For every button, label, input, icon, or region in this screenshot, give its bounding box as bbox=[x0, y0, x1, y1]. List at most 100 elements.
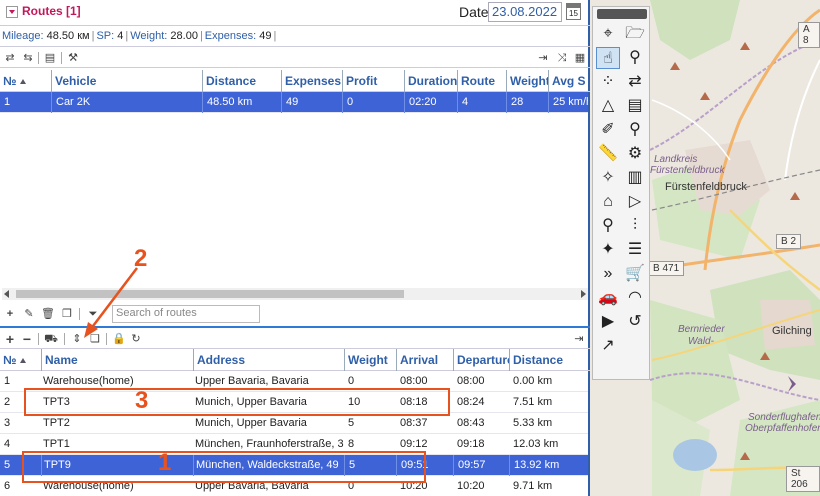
triangle-nodes-icon[interactable]: △ bbox=[596, 95, 620, 117]
list-clock-icon[interactable]: ☰ bbox=[623, 239, 647, 261]
signal-icon[interactable]: ◠ bbox=[623, 287, 647, 309]
map-pin-icon[interactable]: ⚲ bbox=[623, 47, 647, 69]
date-input[interactable]: 23.08.2022 bbox=[488, 2, 562, 22]
loop-icon[interactable]: ↺ bbox=[623, 311, 647, 333]
points-icon[interactable]: ⁘ bbox=[596, 71, 620, 93]
tool-panel-drag-handle[interactable] bbox=[597, 9, 647, 19]
expenses-value: 49 bbox=[259, 30, 272, 42]
point-cell: 9.71 km bbox=[513, 480, 553, 492]
route-summary: Mileage: 48.50 км | SP: 4 | Weight: 28.00 | Ex… bbox=[0, 27, 590, 47]
point-cell: 08:43 bbox=[457, 417, 485, 429]
remove-point-icon[interactable]: − bbox=[20, 332, 34, 346]
point-cell: 09:18 bbox=[457, 438, 485, 450]
pcol-departure[interactable]: Departure bbox=[453, 349, 509, 371]
list-delete-icon[interactable]: ▤ bbox=[623, 95, 647, 117]
calendar-icon[interactable]: 15 bbox=[566, 3, 581, 20]
tag-icon[interactable]: ⌂ bbox=[596, 191, 620, 213]
hand-pointer-icon[interactable]: ☝ bbox=[596, 47, 620, 69]
collapse-right-icon[interactable]: ⇥ bbox=[536, 51, 550, 65]
pcol-name[interactable]: Name bbox=[41, 349, 193, 371]
annotation-box-1 bbox=[22, 451, 426, 483]
map-view[interactable]: A 8 B 2 B 471 St 206 Landkreis Fürstenfe… bbox=[590, 0, 820, 496]
col-weight[interactable]: Weight bbox=[506, 70, 548, 92]
delete-icon[interactable]: 🗑 bbox=[41, 307, 55, 321]
route-row[interactable]: 1 Car 2K 48.50 km 49 0 02:20 4 28 25 km/… bbox=[0, 92, 588, 113]
pcol-weight[interactable]: Weight bbox=[344, 349, 396, 371]
navigate-icon[interactable]: ▷ bbox=[623, 191, 647, 213]
col-number[interactable]: № bbox=[0, 70, 51, 92]
expenses-label: Expenses: bbox=[204, 30, 257, 42]
map-tool-panel: ⌖ 🗁 ☝ ⚲ ⁘ ⇄ △ ▤ ✐ ⚲ 📏 ⚙ ✧ ▥ ⌂ ▷ ⚲ ⫶ ✦ ☰ … bbox=[592, 6, 650, 380]
col-avg-speed[interactable]: Avg S bbox=[548, 70, 588, 92]
col-distance[interactable]: Distance bbox=[202, 70, 281, 92]
col-profit[interactable]: Profit bbox=[342, 70, 404, 92]
points-grid-header: № Name Address Weight Arrival Departure … bbox=[0, 349, 590, 371]
edit-icon[interactable]: ✎ bbox=[22, 307, 36, 321]
bars-icon[interactable]: ▥ bbox=[623, 167, 647, 189]
pin-add-icon[interactable]: ⚲ bbox=[596, 215, 620, 237]
point-cell: 5 bbox=[348, 417, 355, 429]
scroll-left-icon[interactable] bbox=[4, 290, 9, 298]
annotation-label-1: 1 bbox=[158, 449, 172, 476]
pcol-number[interactable]: № bbox=[0, 349, 41, 371]
point-cell: 08:24 bbox=[457, 396, 485, 408]
sp-value: 4 bbox=[117, 30, 124, 42]
swap-icon[interactable]: ⇄ bbox=[3, 51, 17, 65]
shuffle-icon[interactable]: ⤨ bbox=[555, 51, 569, 65]
point-cell: 0.00 km bbox=[513, 375, 553, 387]
copy-icon[interactable]: ❐ bbox=[60, 307, 74, 321]
add-icon[interactable]: + bbox=[3, 307, 17, 321]
ruler-icon[interactable]: 📏 bbox=[596, 143, 620, 165]
cart-icon[interactable]: ⛟ bbox=[44, 332, 58, 346]
point-cell: 7.51 km bbox=[513, 396, 553, 408]
col-expenses[interactable]: Expenses bbox=[281, 70, 342, 92]
trend-up-icon[interactable]: ↗ bbox=[596, 335, 620, 357]
print-icon[interactable]: ▤ bbox=[43, 51, 57, 65]
magic-wand-icon[interactable]: ✧ bbox=[596, 167, 620, 189]
play-icon[interactable]: ▶ bbox=[596, 311, 620, 333]
point-cell: 13.92 km bbox=[509, 455, 588, 476]
annotation-box-3 bbox=[24, 388, 450, 416]
pcol-arrival[interactable]: Arrival bbox=[396, 349, 453, 371]
scroll-right-icon[interactable] bbox=[581, 290, 586, 298]
routes-toolbar: ⇄ ⇆ ▤ ⚒ ⇥ ⤨ ▦ bbox=[0, 48, 590, 68]
settings-gear-icon[interactable]: ⚙ bbox=[623, 143, 647, 165]
annotation-label-3: 3 bbox=[135, 387, 149, 414]
routes-grid-header: № Vehicle Distance Expenses Profit Durat… bbox=[0, 70, 590, 92]
car-icon[interactable]: 🚗 bbox=[596, 287, 620, 309]
point-cell: 08:00 bbox=[457, 375, 485, 387]
crosshair-icon[interactable]: ⌖ bbox=[596, 23, 620, 45]
collapse-right-icon-2[interactable]: ⇥ bbox=[572, 332, 586, 346]
sliders-icon[interactable]: ⫶ bbox=[623, 215, 647, 237]
map-label-wald: Wald- bbox=[688, 336, 714, 347]
merge-arrows-icon[interactable]: » bbox=[596, 263, 620, 285]
point-cell: TPT2 bbox=[43, 417, 70, 429]
brush-icon[interactable]: ✐ bbox=[596, 119, 620, 141]
exchange-icon[interactable]: ⇄ bbox=[623, 71, 647, 93]
date-label: Date bbox=[459, 4, 489, 20]
point-row[interactable]: 3 TPT2 Munich, Upper Bavaria 5 08:37 08:43 5.3… bbox=[0, 413, 588, 434]
add-point-icon[interactable]: + bbox=[3, 332, 17, 346]
point-cell: 08:37 bbox=[400, 417, 428, 429]
cart-refresh-icon[interactable]: 🛒 bbox=[623, 263, 647, 285]
col-duration[interactable]: Duration bbox=[404, 70, 457, 92]
scroll-thumb[interactable] bbox=[16, 290, 404, 298]
map-label-ffb: Fürstenfeldbruck bbox=[665, 181, 747, 193]
point-cell: Munich, Upper Bavaria bbox=[195, 417, 307, 429]
col-route[interactable]: Route bbox=[457, 70, 506, 92]
wrench-icon[interactable]: ⚒ bbox=[66, 51, 80, 65]
pcol-distance[interactable]: Distance bbox=[509, 349, 588, 371]
pins-delete-icon[interactable]: ⚲ bbox=[623, 119, 647, 141]
sweep-points-icon[interactable]: ✦ bbox=[596, 239, 620, 261]
col-vehicle[interactable]: Vehicle bbox=[51, 70, 202, 92]
map-label-ffb-district: Fürstenfeldbruck bbox=[650, 165, 725, 176]
routes-header: Routes [1] Date 23.08.2022 15 bbox=[0, 0, 590, 26]
grid-icon[interactable]: ▦ bbox=[573, 51, 587, 65]
swap-reverse-icon[interactable]: ⇆ bbox=[21, 51, 35, 65]
map-label-oberpfaffenhofen: Oberpfaffenhofen bbox=[745, 423, 820, 434]
point-cell: 09:57 bbox=[453, 455, 509, 476]
routes-panel: Routes [1] Date 23.08.2022 15 Mileage: 4… bbox=[0, 0, 590, 496]
collapse-toggle[interactable] bbox=[6, 6, 18, 18]
open-folder-icon[interactable]: 🗁 bbox=[623, 23, 647, 45]
pcol-address[interactable]: Address bbox=[193, 349, 344, 371]
